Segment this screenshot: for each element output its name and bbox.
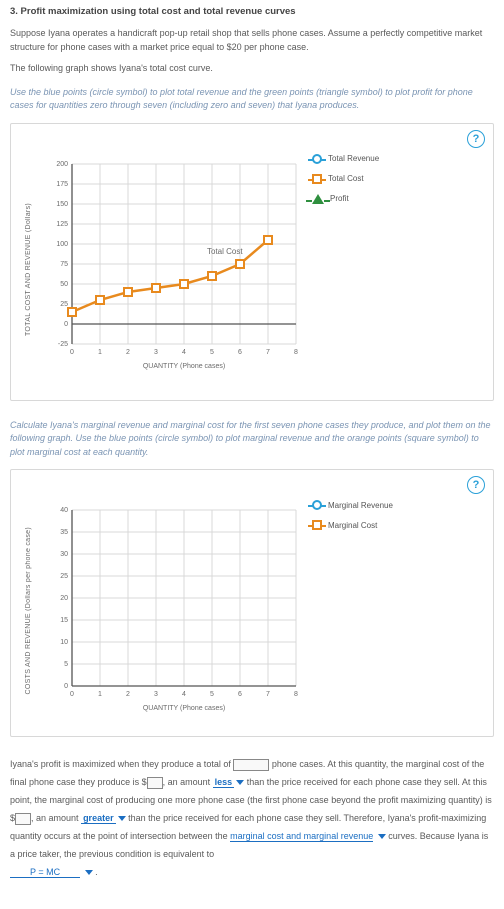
dropdown-greater[interactable]: greater (81, 813, 116, 824)
svg-text:2: 2 (126, 691, 130, 698)
blank-quantity[interactable] (233, 759, 269, 771)
chart2-ylabel: COSTS AND REVENUE (Dollars per phone cas… (25, 527, 32, 694)
legend-label: Profit (330, 194, 349, 203)
instructions-1: Use the blue points (circle symbol) to p… (10, 86, 494, 113)
svg-text:175: 175 (56, 181, 68, 188)
svg-text:25: 25 (60, 301, 68, 308)
dropdown-less[interactable]: less (213, 777, 235, 788)
svg-text:150: 150 (56, 201, 68, 208)
legend-profit[interactable]: Profit (312, 194, 379, 204)
svg-text:0: 0 (64, 321, 68, 328)
svg-text:100: 100 (56, 241, 68, 248)
instructions-2: Calculate Iyana's marginal revenue and m… (10, 419, 494, 460)
help-icon[interactable]: ? (467, 130, 485, 148)
svg-text:Total Cost: Total Cost (207, 247, 243, 256)
svg-text:3: 3 (154, 691, 158, 698)
blank-mc-last[interactable] (147, 777, 163, 789)
svg-text:6: 6 (238, 349, 242, 356)
svg-text:50: 50 (60, 281, 68, 288)
svg-text:125: 125 (56, 221, 68, 228)
legend-label: Marginal Cost (328, 521, 377, 530)
svg-text:10: 10 (60, 639, 68, 646)
svg-text:4: 4 (182, 691, 186, 698)
chevron-down-icon (236, 780, 244, 785)
svg-text:75: 75 (60, 261, 68, 268)
chart2-legend: Marginal Revenue Marginal Cost (312, 500, 393, 540)
blank-mc-next[interactable] (15, 813, 31, 825)
svg-text:15: 15 (60, 617, 68, 624)
legend-label: Total Revenue (328, 154, 379, 163)
legend-label: Total Cost (328, 174, 364, 183)
svg-text:5: 5 (210, 691, 214, 698)
intro-paragraph-2: The following graph shows Iyana's total … (10, 62, 494, 76)
square-icon (312, 520, 322, 530)
svg-text:5: 5 (210, 349, 214, 356)
chart2-plot[interactable]: 0 5 10 15 20 25 30 35 40 0 1 2 3 4 5 6 7 8 QUANTITY (Pho… (42, 500, 302, 722)
svg-text:25: 25 (60, 573, 68, 580)
circle-icon (312, 500, 322, 510)
triangle-icon (312, 194, 324, 204)
page-title: 3. Profit maximization using total cost … (10, 6, 494, 17)
chart-card-1: ? TOTAL COST AND REVENUE (Dollars) -2502… (10, 123, 494, 401)
square-icon (312, 174, 322, 184)
svg-text:4: 4 (182, 349, 186, 356)
svg-text:0: 0 (70, 349, 74, 356)
legend-total-revenue[interactable]: Total Revenue (312, 154, 379, 164)
chart2-xlabel: QUANTITY (Phone cases) (143, 705, 225, 712)
svg-text:0: 0 (64, 683, 68, 690)
svg-text:5: 5 (64, 661, 68, 668)
chart1-xlabel: QUANTITY (Phone cases) (143, 363, 225, 370)
help-icon[interactable]: ? (467, 476, 485, 494)
svg-text:20: 20 (60, 595, 68, 602)
legend-marginal-cost[interactable]: Marginal Cost (312, 520, 393, 530)
chart1-plot[interactable]: -250255075100125150175200 012345678 QUAN… (42, 154, 302, 386)
svg-text:8: 8 (294, 349, 298, 356)
svg-text:2: 2 (126, 349, 130, 356)
legend-marginal-revenue[interactable]: Marginal Revenue (312, 500, 393, 510)
fill-paragraph: Iyana's profit is maximized when they pr… (10, 755, 494, 881)
svg-text:8: 8 (294, 691, 298, 698)
svg-text:30: 30 (60, 551, 68, 558)
dropdown-condition[interactable]: P = MC (10, 867, 80, 878)
svg-text:-25: -25 (58, 341, 68, 348)
chart1-legend: Total Revenue Total Cost Profit (312, 154, 379, 214)
svg-text:7: 7 (266, 349, 270, 356)
legend-total-cost[interactable]: Total Cost (312, 174, 379, 184)
svg-text:40: 40 (60, 507, 68, 514)
chevron-down-icon (118, 816, 126, 821)
svg-text:1: 1 (98, 691, 102, 698)
circle-icon (312, 154, 322, 164)
intro-paragraph-1: Suppose Iyana operates a handicraft pop-… (10, 27, 494, 54)
svg-text:6: 6 (238, 691, 242, 698)
svg-text:1: 1 (98, 349, 102, 356)
chevron-down-icon (378, 834, 386, 839)
dropdown-curves[interactable]: marginal cost and marginal revenue (230, 831, 373, 842)
chevron-down-icon (85, 870, 93, 875)
svg-text:0: 0 (70, 691, 74, 698)
svg-text:7: 7 (266, 691, 270, 698)
chart-card-2: ? COSTS AND REVENUE (Dollars per phone c… (10, 469, 494, 737)
svg-text:200: 200 (56, 161, 68, 168)
chart1-ylabel: TOTAL COST AND REVENUE (Dollars) (25, 203, 32, 336)
legend-label: Marginal Revenue (328, 501, 393, 510)
svg-text:35: 35 (60, 529, 68, 536)
svg-text:3: 3 (154, 349, 158, 356)
